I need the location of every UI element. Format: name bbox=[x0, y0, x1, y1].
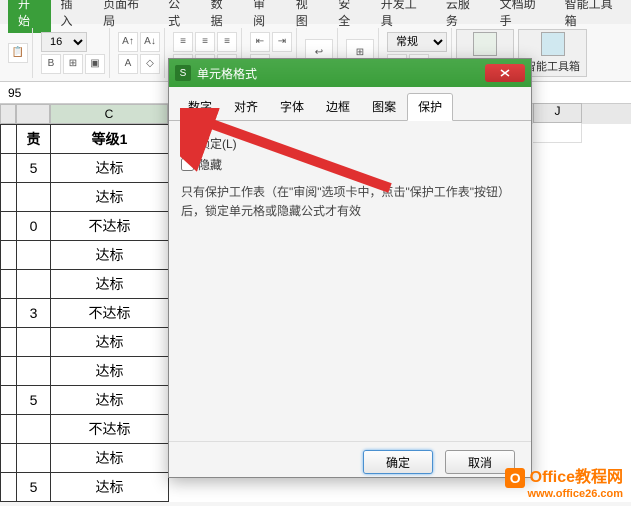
protect-info-text: 只有保护工作表（在"审阅"选项卡中，点击"保护工作表"按钮）后，锁定单元格或隐藏… bbox=[181, 183, 519, 221]
tab-font[interactable]: 字体 bbox=[269, 93, 315, 120]
cell[interactable]: 不达标 bbox=[51, 212, 169, 241]
align-top-icon[interactable]: ≡ bbox=[173, 32, 193, 52]
cell-tail[interactable]: 0 bbox=[17, 212, 51, 241]
tab-align[interactable]: 对齐 bbox=[223, 93, 269, 120]
tab-protect[interactable]: 保护 bbox=[407, 93, 453, 121]
dialog-body: 锁定(L) 隐藏 只有保护工作表（在"审阅"选项卡中，点击"保护工作表"按钮）后… bbox=[169, 121, 531, 441]
cell-tail[interactable]: 5 bbox=[17, 473, 51, 502]
font-color-icon[interactable]: A bbox=[118, 54, 138, 74]
header-level1: 等级1 bbox=[51, 125, 169, 154]
lock-checkbox-row[interactable]: 锁定(L) bbox=[181, 135, 519, 152]
cell-tail[interactable] bbox=[17, 357, 51, 386]
hide-checkbox-row[interactable]: 隐藏 bbox=[181, 156, 519, 173]
align-mid-icon[interactable]: ≡ bbox=[195, 32, 215, 52]
data-table: 责等级1 5达标 达标 0不达标 达标 达标 3不达标 达标 达标 5达标 不达… bbox=[0, 124, 169, 502]
font-size-select[interactable]: 16 bbox=[41, 32, 87, 52]
app-icon: S bbox=[175, 65, 191, 81]
cell[interactable]: 达标 bbox=[51, 444, 169, 473]
cell-tail[interactable]: 3 bbox=[17, 299, 51, 328]
tab-border[interactable]: 边框 bbox=[315, 93, 361, 120]
cell-tail[interactable]: 5 bbox=[17, 386, 51, 415]
hide-checkbox[interactable] bbox=[181, 158, 194, 171]
fill-color-icon[interactable]: ▣ bbox=[85, 54, 105, 74]
cell-tail[interactable] bbox=[17, 328, 51, 357]
table-style-icon bbox=[473, 32, 497, 56]
cell[interactable]: 达标 bbox=[51, 241, 169, 270]
cell-tail[interactable]: 5 bbox=[17, 154, 51, 183]
bold-icon[interactable]: B bbox=[41, 54, 61, 74]
number-format-select[interactable]: 常规 bbox=[387, 32, 447, 52]
cell[interactable]: 达标 bbox=[51, 183, 169, 212]
cell-tail[interactable] bbox=[17, 241, 51, 270]
close-button[interactable] bbox=[485, 64, 525, 82]
smart-toolbox-icon bbox=[541, 32, 565, 56]
dialog-titlebar[interactable]: S 单元格格式 bbox=[169, 59, 531, 87]
watermark: O Office教程网 www.office26.com bbox=[505, 463, 623, 500]
clear-format-icon[interactable]: ◇ bbox=[140, 54, 160, 74]
underline-icon[interactable]: ⊞ bbox=[63, 54, 83, 74]
paste-icon[interactable]: 📋 bbox=[8, 43, 28, 63]
cell[interactable]: 不达标 bbox=[51, 415, 169, 444]
indent-dec-icon[interactable]: ⇤ bbox=[250, 32, 270, 52]
lock-label: 锁定(L) bbox=[198, 135, 237, 152]
cell-format-dialog: S 单元格格式 数字 对齐 字体 边框 图案 保护 锁定(L) 隐藏 只有保护工… bbox=[168, 58, 532, 478]
ribbon-tabs: 开始 插入 页面布局 公式 数据 审阅 视图 安全 开发工具 云服务 文档助手 … bbox=[0, 0, 631, 24]
header-leftover: 责 bbox=[17, 125, 51, 154]
tab-pattern[interactable]: 图案 bbox=[361, 93, 407, 120]
hide-label: 隐藏 bbox=[198, 156, 222, 173]
dialog-title-text: 单元格格式 bbox=[197, 65, 257, 82]
formula-value[interactable]: 95 bbox=[0, 86, 29, 100]
watermark-brand: Office教程网 bbox=[530, 469, 623, 486]
watermark-url: www.office26.com bbox=[505, 488, 623, 500]
cell[interactable]: 达标 bbox=[51, 386, 169, 415]
cell-tail[interactable] bbox=[17, 444, 51, 473]
empty-cell[interactable] bbox=[533, 123, 582, 143]
cell-tail[interactable] bbox=[17, 415, 51, 444]
cell[interactable]: 达标 bbox=[51, 473, 169, 502]
increase-font-icon[interactable]: A↑ bbox=[118, 32, 138, 52]
column-header-j[interactable]: J bbox=[533, 103, 582, 123]
cell-tail[interactable] bbox=[17, 270, 51, 299]
indent-inc-icon[interactable]: ⇥ bbox=[272, 32, 292, 52]
column-header-c[interactable]: C bbox=[50, 104, 168, 124]
cell[interactable]: 达标 bbox=[51, 357, 169, 386]
office-icon: O bbox=[505, 468, 525, 488]
dialog-tabs: 数字 对齐 字体 边框 图案 保护 bbox=[169, 87, 531, 121]
lock-checkbox[interactable] bbox=[181, 137, 194, 150]
cell[interactable]: 不达标 bbox=[51, 299, 169, 328]
cell[interactable]: 达标 bbox=[51, 270, 169, 299]
tab-number[interactable]: 数字 bbox=[177, 93, 223, 120]
ok-button[interactable]: 确定 bbox=[363, 450, 433, 474]
dialog-footer: 确定 取消 bbox=[169, 441, 531, 482]
cell-tail[interactable] bbox=[17, 183, 51, 212]
align-bot-icon[interactable]: ≡ bbox=[217, 32, 237, 52]
cell[interactable]: 达标 bbox=[51, 154, 169, 183]
decrease-font-icon[interactable]: A↓ bbox=[140, 32, 160, 52]
right-column-area: J bbox=[533, 103, 582, 143]
cell[interactable]: 达标 bbox=[51, 328, 169, 357]
